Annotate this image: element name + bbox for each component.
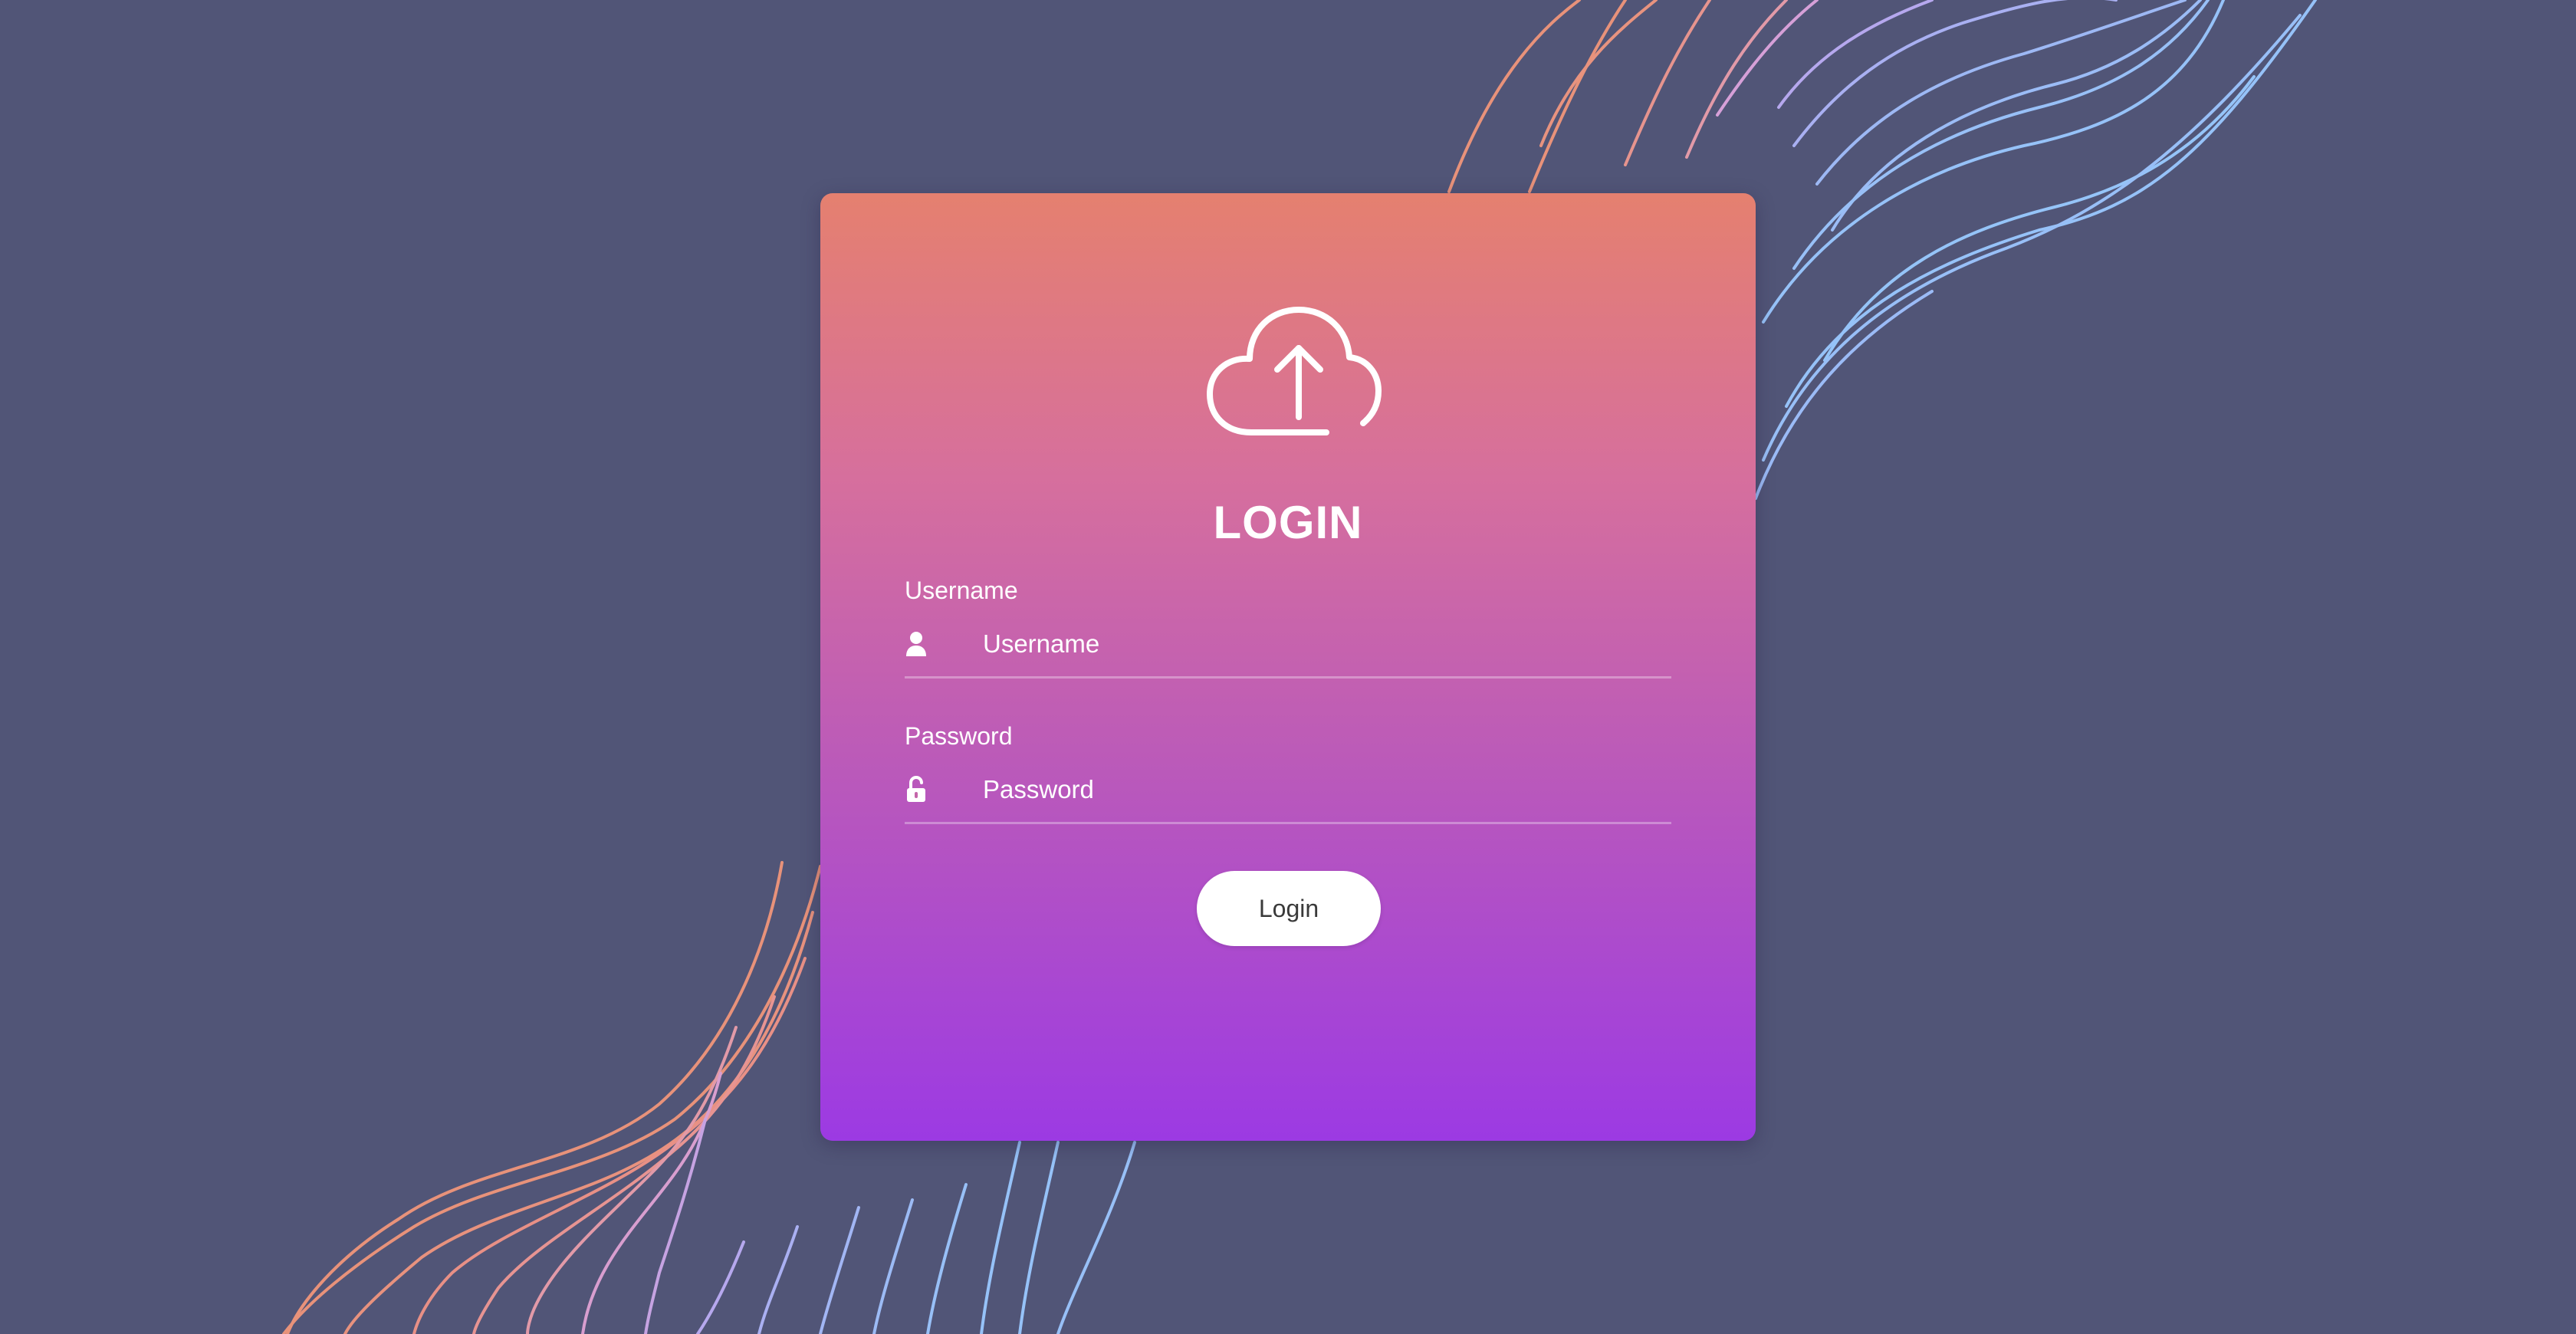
- cloud-upload-icon: [1207, 307, 1382, 435]
- page-title: LOGIN: [1213, 497, 1363, 548]
- password-label: Password: [905, 722, 1013, 750]
- login-button[interactable]: Login: [1197, 871, 1381, 946]
- password-input[interactable]: [983, 768, 1658, 811]
- unlock-icon: [907, 776, 925, 802]
- username-input[interactable]: [983, 623, 1658, 665]
- login-page: LOGIN Username Password Login: [0, 0, 2576, 1334]
- password-field-row: [905, 768, 1671, 824]
- user-icon: [906, 632, 926, 656]
- login-card: LOGIN Username Password Login: [820, 193, 1756, 1141]
- username-label: Username: [905, 577, 1018, 604]
- username-field-row: [905, 623, 1671, 678]
